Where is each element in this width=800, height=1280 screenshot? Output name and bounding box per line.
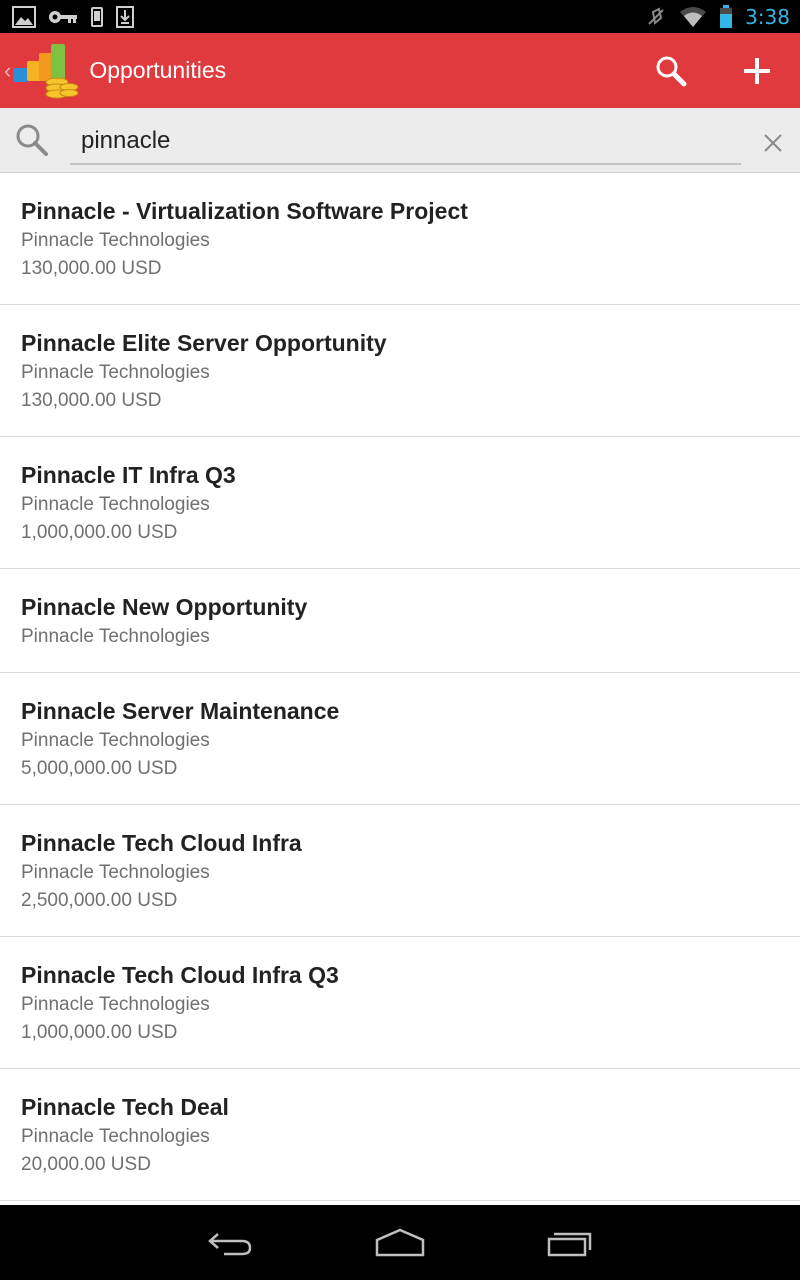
recent-apps-icon: [547, 1232, 592, 1256]
back-icon: [208, 1232, 252, 1255]
account-name: Pinnacle Technologies: [21, 730, 210, 751]
opportunity-amount: 1,000,000.00 USD: [21, 522, 178, 543]
opportunity-name: Pinnacle New Opportunity: [21, 594, 308, 620]
list-item[interactable]: Pinnacle - Virtualization Software Proje…: [0, 173, 800, 305]
phone-icon: [90, 6, 104, 27]
search-button[interactable]: [628, 33, 714, 108]
status-system: 3:38: [645, 4, 790, 29]
account-name: Pinnacle Technologies: [21, 994, 210, 1015]
add-button[interactable]: [714, 33, 800, 108]
status-notifications: [12, 5, 134, 28]
search-icon: [656, 56, 687, 86]
account-name: Pinnacle Technologies: [21, 1126, 210, 1147]
close-icon: [764, 134, 782, 152]
opportunity-amount: 130,000.00 USD: [21, 390, 162, 411]
account-name: Pinnacle Technologies: [21, 230, 210, 251]
action-bar: ‹ Opportunities: [0, 33, 800, 108]
opportunity-name: Pinnacle Elite Server Opportunity: [21, 330, 387, 356]
opportunity-amount: 1,000,000.00 USD: [21, 1022, 178, 1043]
add-icon: [744, 57, 770, 84]
opportunity-name: Pinnacle Server Maintenance: [21, 698, 340, 724]
account-name: Pinnacle Technologies: [21, 494, 210, 515]
opportunity-list: Pinnacle - Virtualization Software Proje…: [0, 173, 800, 1201]
opportunity-amount: 5,000,000.00 USD: [21, 758, 178, 779]
clear-search-button[interactable]: [758, 128, 788, 158]
opportunity-name: Pinnacle Tech Cloud Infra Q3: [21, 962, 339, 988]
image-icon: [12, 5, 36, 28]
opportunity-amount: 2,500,000.00 USD: [21, 890, 178, 911]
download-icon: [116, 5, 134, 28]
list-item[interactable]: Pinnacle Tech Deal Pinnacle Technologies…: [0, 1069, 800, 1201]
opportunity-amount: 20,000.00 USD: [21, 1154, 151, 1175]
list-item[interactable]: Pinnacle New Opportunity Pinnacle Techno…: [0, 569, 800, 673]
search-icon: [14, 122, 50, 158]
account-name: Pinnacle Technologies: [21, 626, 210, 647]
home-button[interactable]: [365, 1213, 435, 1273]
app-logo-icon: [9, 41, 83, 101]
list-item[interactable]: Pinnacle Elite Server Opportunity Pinnac…: [0, 305, 800, 437]
search-field[interactable]: [70, 118, 741, 165]
search-input[interactable]: [70, 118, 741, 163]
opportunity-name: Pinnacle Tech Cloud Infra: [21, 830, 302, 856]
opportunity-name: Pinnacle Tech Deal: [21, 1094, 229, 1120]
list-item[interactable]: Pinnacle Server Maintenance Pinnacle Tec…: [0, 673, 800, 805]
vpn-key-icon: [48, 9, 78, 25]
back-button[interactable]: [195, 1213, 265, 1273]
account-name: Pinnacle Technologies: [21, 362, 210, 383]
status-bar: 3:38: [0, 0, 800, 33]
recent-apps-button[interactable]: [535, 1213, 605, 1273]
opportunity-name: Pinnacle IT Infra Q3: [21, 462, 236, 488]
list-item[interactable]: Pinnacle Tech Cloud Infra Q3 Pinnacle Te…: [0, 937, 800, 1069]
list-item[interactable]: Pinnacle Tech Cloud Infra Pinnacle Techn…: [0, 805, 800, 937]
battery-icon: [719, 4, 733, 29]
list-item[interactable]: Pinnacle IT Infra Q3 Pinnacle Technologi…: [0, 437, 800, 569]
wifi-icon: [679, 6, 707, 28]
page-title: Opportunities: [89, 57, 227, 83]
home-icon: [375, 1228, 425, 1256]
mute-icon: [645, 6, 667, 28]
opportunity-name: Pinnacle - Virtualization Software Proje…: [21, 198, 468, 224]
account-name: Pinnacle Technologies: [21, 862, 210, 883]
up-navigation[interactable]: ‹: [0, 33, 83, 108]
navigation-bar: [0, 1205, 800, 1280]
opportunity-amount: 130,000.00 USD: [21, 258, 162, 279]
clock: 3:38: [745, 4, 790, 29]
search-bar: [0, 108, 800, 173]
